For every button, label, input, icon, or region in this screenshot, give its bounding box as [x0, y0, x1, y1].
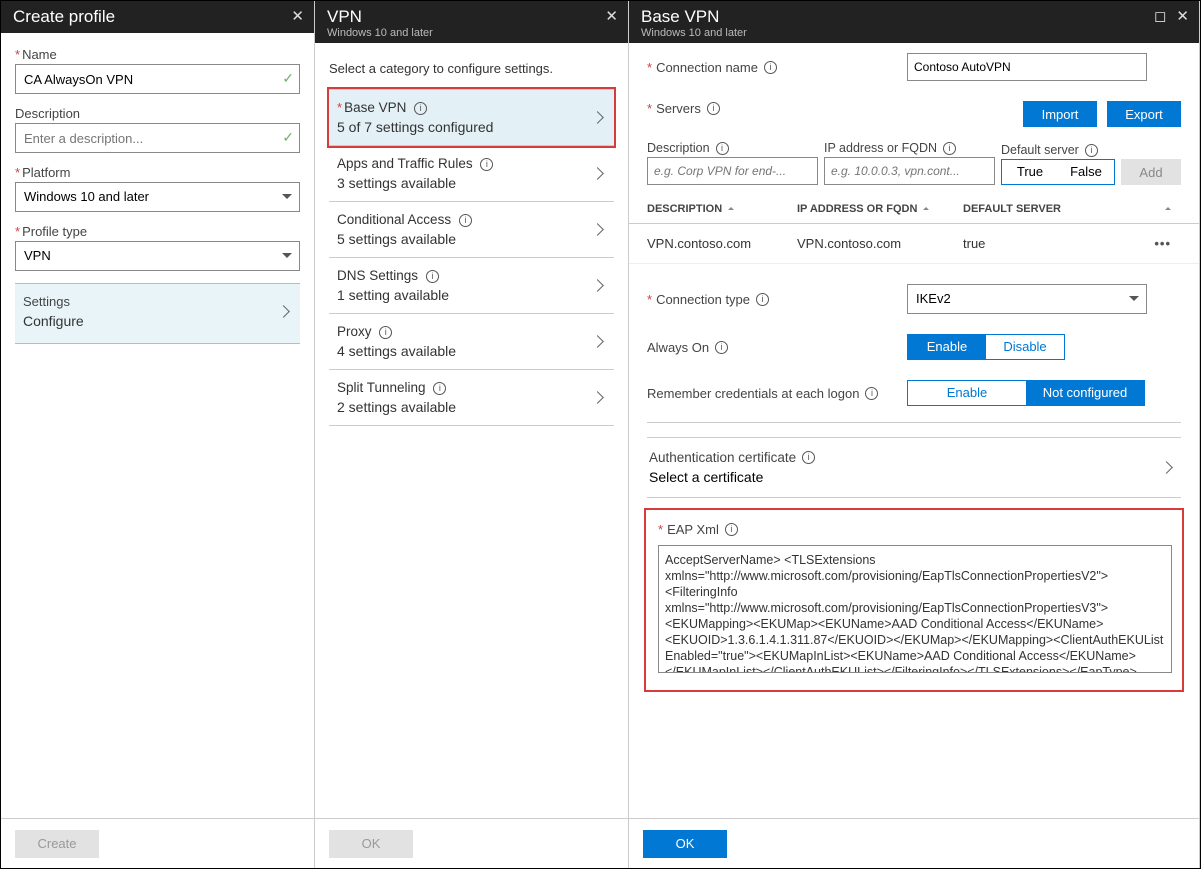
eap-xml-label: EAP Xml — [667, 522, 719, 537]
info-icon[interactable]: i — [865, 387, 878, 400]
settings-row[interactable]: Settings Configure — [15, 283, 300, 344]
more-icon[interactable]: ••• — [1154, 236, 1171, 251]
category-dns-settings[interactable]: DNS Settings i1 setting available — [329, 257, 614, 314]
connection-type-label: Connection type — [656, 292, 750, 307]
import-button[interactable]: Import — [1023, 101, 1097, 127]
platform-select[interactable]: Windows 10 and later — [15, 182, 300, 212]
category-split-tunneling[interactable]: Split Tunneling i2 settings available — [329, 369, 614, 426]
check-icon: ✓ — [282, 70, 294, 87]
name-input[interactable] — [15, 64, 300, 94]
always-on-toggle[interactable]: Enable Disable — [907, 334, 1065, 360]
connection-name-input[interactable] — [907, 53, 1147, 81]
auth-cert-label: Authentication certificate — [649, 450, 796, 465]
eap-xml-textarea[interactable] — [658, 545, 1172, 673]
info-icon[interactable]: i — [459, 214, 472, 227]
maximize-icon[interactable]: ◻ — [1154, 7, 1166, 25]
authentication-certificate-row[interactable]: Authentication certificate i Select a cer… — [647, 437, 1181, 498]
create-button[interactable]: Create — [15, 830, 99, 858]
info-icon[interactable]: i — [480, 158, 493, 171]
profile-type-label: *Profile type — [15, 224, 300, 239]
blade-header: Create profile ✕ — [1, 1, 314, 33]
name-label: *Name — [15, 47, 300, 62]
blade-title: VPN — [327, 7, 433, 27]
settings-value: Configure — [23, 313, 84, 329]
toggle-enable[interactable]: Enable — [908, 335, 986, 359]
blade-title: Create profile — [13, 7, 115, 27]
auth-cert-value: Select a certificate — [649, 469, 815, 485]
connection-name-label: Connection name — [656, 60, 758, 75]
category-apps-and-traffic-rules[interactable]: Apps and Traffic Rules i3 settings avail… — [329, 145, 614, 202]
server-table-header: DESCRIPTION IP ADDRESS OR FQDN DEFAULT S… — [629, 195, 1199, 224]
servers-label: Servers — [656, 101, 701, 116]
info-icon[interactable]: i — [802, 451, 815, 464]
ok-button[interactable]: OK — [329, 830, 413, 858]
always-on-label: Always On — [647, 340, 709, 355]
blade-subtitle: Windows 10 and later — [641, 27, 747, 39]
srv-default-label: Default server — [1001, 143, 1079, 157]
toggle-true[interactable]: True — [1002, 160, 1058, 184]
info-icon[interactable]: i — [715, 341, 728, 354]
blade-title: Base VPN — [641, 7, 747, 27]
category-base-vpn[interactable]: *Base VPN i5 of 7 settings configured — [329, 89, 614, 146]
server-table-row[interactable]: VPN.contoso.com VPN.contoso.com true ••• — [629, 224, 1199, 264]
category-prompt: Select a category to configure settings. — [329, 61, 614, 76]
srv-ip-input[interactable] — [824, 157, 995, 185]
info-icon[interactable]: i — [725, 523, 738, 536]
check-icon: ✓ — [282, 129, 294, 146]
remember-credentials-label: Remember credentials at each logon — [647, 386, 859, 401]
info-icon[interactable]: i — [756, 293, 769, 306]
info-icon[interactable]: i — [426, 270, 439, 283]
toggle-notconfigured[interactable]: Not configured — [1026, 381, 1144, 405]
eap-xml-section: *EAP Xmli — [644, 508, 1184, 692]
add-button[interactable]: Add — [1121, 159, 1181, 185]
info-icon[interactable]: i — [943, 142, 956, 155]
chevron-right-icon — [593, 333, 610, 351]
connection-type-select[interactable]: IKEv2 — [907, 284, 1147, 314]
srv-ip-label: IP address or FQDN — [824, 141, 937, 155]
close-icon[interactable]: ✕ — [605, 7, 618, 25]
info-icon[interactable]: i — [1085, 144, 1098, 157]
blade-subtitle: Windows 10 and later — [327, 27, 433, 39]
info-icon[interactable]: i — [707, 102, 720, 115]
blade-base-vpn: Base VPN Windows 10 and later ◻ ✕ *Conne… — [629, 1, 1200, 868]
chevron-right-icon — [593, 165, 610, 183]
blade-header: Base VPN Windows 10 and later ◻ ✕ — [629, 1, 1199, 43]
blade-vpn: VPN Windows 10 and later ✕ Select a cate… — [315, 1, 629, 868]
export-button[interactable]: Export — [1107, 101, 1181, 127]
toggle-enable[interactable]: Enable — [908, 381, 1026, 405]
category-conditional-access[interactable]: Conditional Access i5 settings available — [329, 201, 614, 258]
info-icon[interactable]: i — [433, 382, 446, 395]
description-input[interactable] — [15, 123, 300, 153]
toggle-false[interactable]: False — [1058, 160, 1114, 184]
platform-label: *Platform — [15, 165, 300, 180]
chevron-right-icon — [593, 109, 610, 127]
close-icon[interactable]: ✕ — [1176, 7, 1189, 25]
chevron-right-icon — [593, 277, 610, 295]
close-icon[interactable]: ✕ — [291, 7, 304, 25]
profile-type-select[interactable]: VPN — [15, 241, 300, 271]
description-label: Description — [15, 106, 300, 121]
info-icon[interactable]: i — [716, 142, 729, 155]
chevron-right-icon — [1162, 459, 1179, 477]
blade-header: VPN Windows 10 and later ✕ — [315, 1, 628, 43]
blade-create-profile: Create profile ✕ *Name ✓ Description ✓ *… — [1, 1, 315, 868]
toggle-disable[interactable]: Disable — [986, 335, 1064, 359]
srv-desc-input[interactable] — [647, 157, 818, 185]
chevron-right-icon — [593, 221, 610, 239]
chevron-right-icon — [279, 303, 296, 321]
ok-button[interactable]: OK — [643, 830, 727, 858]
default-server-toggle[interactable]: True False — [1001, 159, 1115, 185]
srv-desc-label: Description — [647, 141, 710, 155]
remember-credentials-toggle[interactable]: Enable Not configured — [907, 380, 1145, 406]
settings-label: Settings — [23, 294, 84, 309]
info-icon[interactable]: i — [379, 326, 392, 339]
info-icon[interactable]: i — [764, 61, 777, 74]
chevron-right-icon — [593, 389, 610, 407]
info-icon[interactable]: i — [414, 102, 427, 115]
category-proxy[interactable]: Proxy i4 settings available — [329, 313, 614, 370]
